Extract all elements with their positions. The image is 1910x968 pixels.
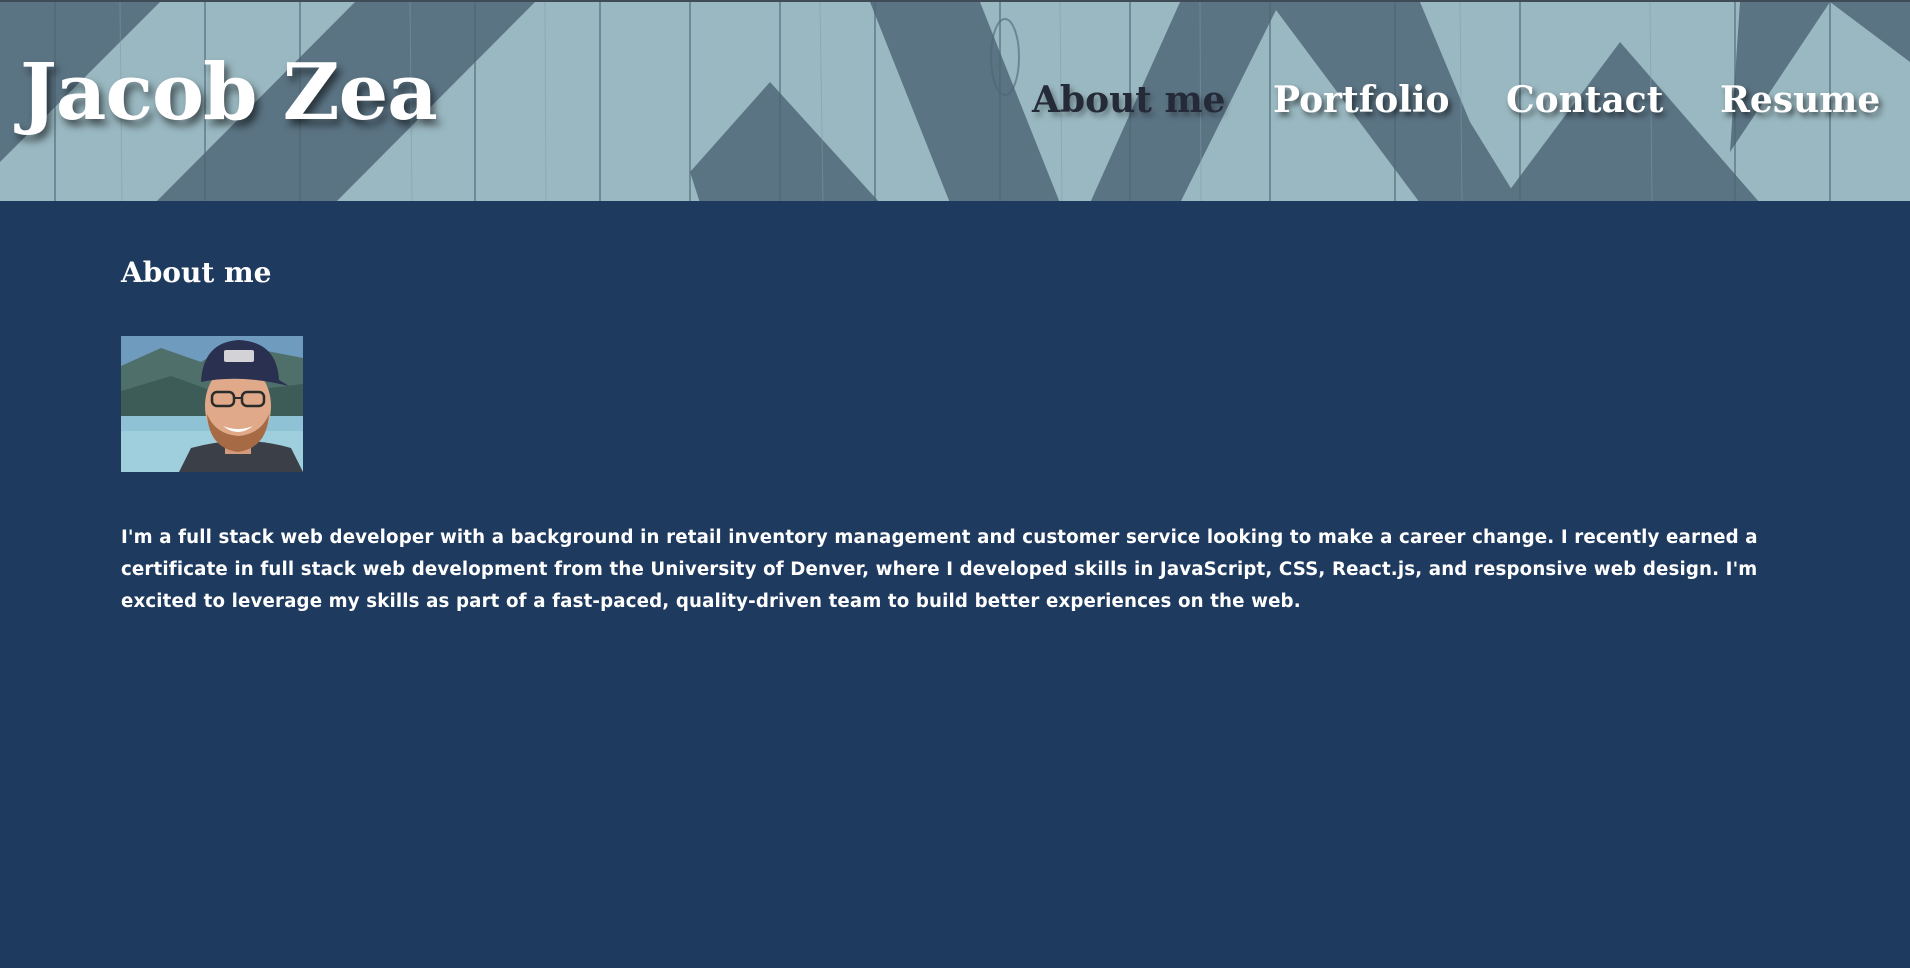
profile-photo xyxy=(121,336,303,472)
section-title: About me xyxy=(121,256,272,289)
nav-link-resume[interactable]: Resume xyxy=(1720,79,1880,121)
nav-link-about-me[interactable]: About me xyxy=(1032,79,1225,121)
nav-link-portfolio[interactable]: Portfolio xyxy=(1273,79,1450,121)
main-nav: About me Portfolio Contact Resume xyxy=(0,79,1910,128)
bio-paragraph: I'm a full stack web developer with a ba… xyxy=(121,527,1758,612)
site-header: Jacob Zea About me Portfolio Contact Res… xyxy=(0,0,1910,201)
nav-link-contact[interactable]: Contact xyxy=(1506,79,1663,121)
